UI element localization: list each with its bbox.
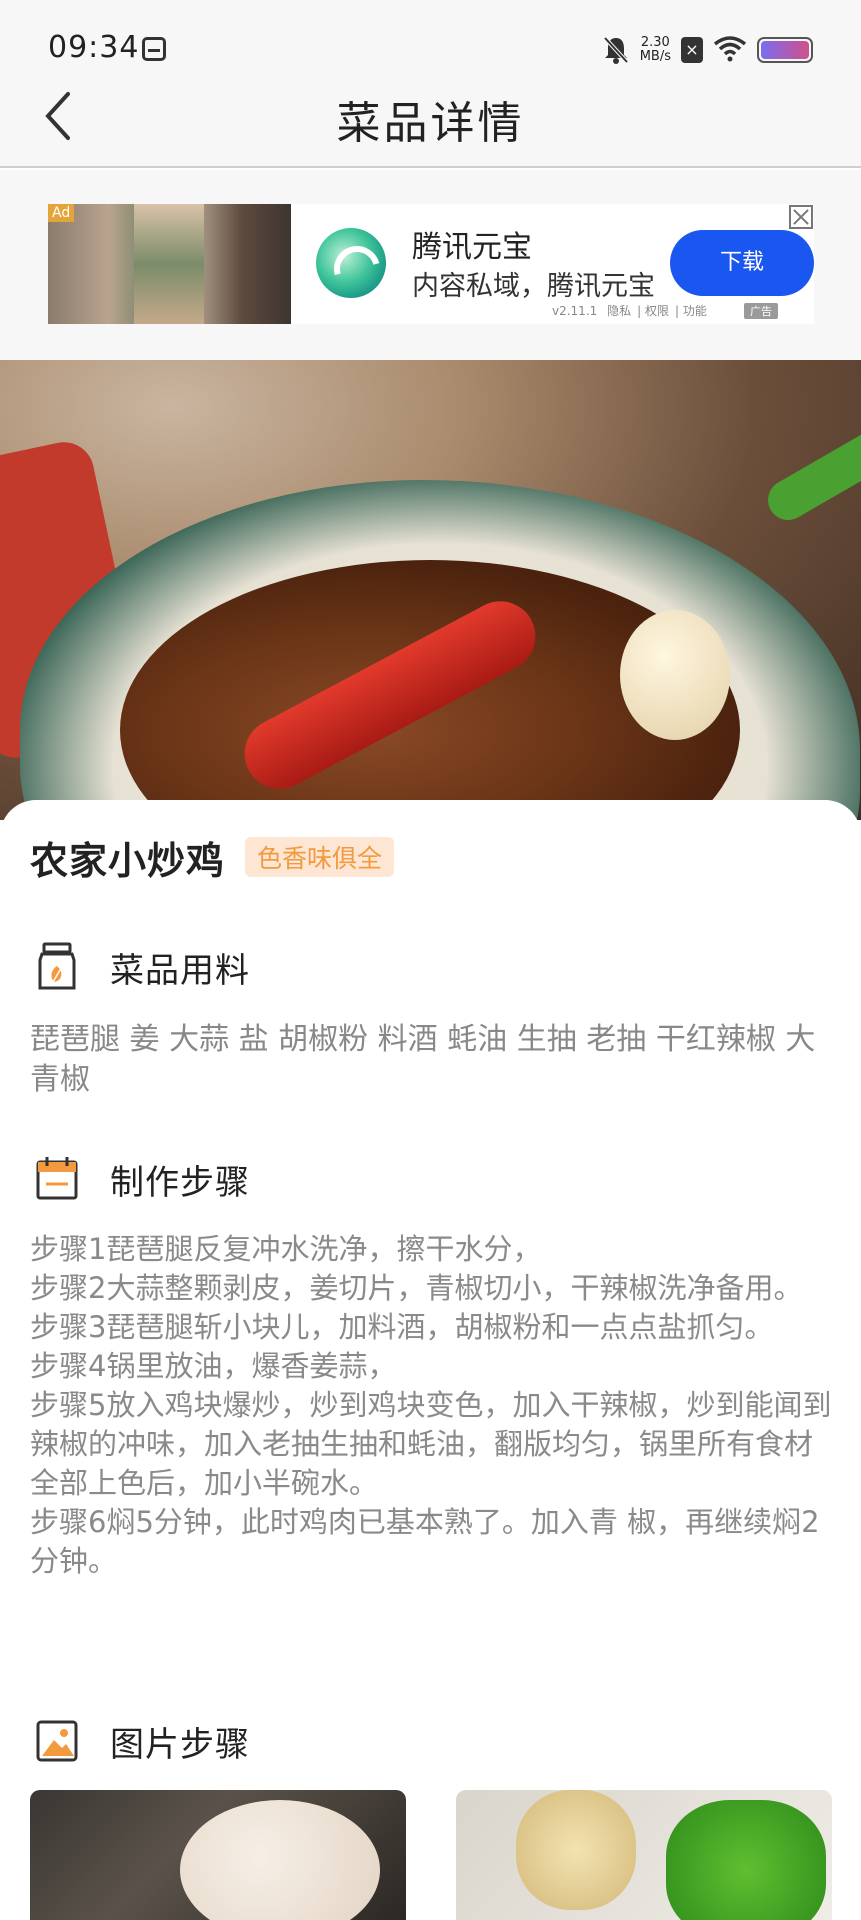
wifi-icon bbox=[713, 34, 747, 66]
step-photo[interactable] bbox=[456, 1790, 832, 1920]
ad-app-name: 腾讯元宝 bbox=[412, 230, 532, 265]
image-icon bbox=[34, 1716, 80, 1766]
bell-muted-icon bbox=[602, 35, 630, 65]
ad-meta: v2.11.1 隐私 | 权限 | 功能 bbox=[552, 304, 707, 318]
ad-banner[interactable]: Ad 腾讯元宝 内容私域，腾讯元宝 下载 v2.11.1 隐私 | 权限 | 功能 … bbox=[0, 170, 861, 360]
jar-icon bbox=[34, 942, 80, 992]
step-item: 步骤1琵琶腿反复冲水洗净，擦干水分， bbox=[30, 1232, 542, 1266]
status-bar: 09:34 2.30 MB/s × bbox=[0, 0, 861, 80]
step-item: 步骤4锅里放油，爆香姜蒜， bbox=[30, 1349, 397, 1383]
dish-title-row: 农家小炒鸡 色香味俱全 bbox=[30, 834, 395, 883]
step-item: 步骤2大蒜整颗剥皮，姜切片，青椒切小，干辣椒洗净备用。 bbox=[30, 1271, 803, 1305]
close-icon[interactable] bbox=[789, 205, 813, 229]
ad-description: 内容私域，腾讯元宝 bbox=[412, 271, 655, 302]
ad-card[interactable]: Ad 腾讯元宝 内容私域，腾讯元宝 下载 v2.11.1 隐私 | 权限 | 功能 … bbox=[48, 204, 814, 324]
status-time: 09:34 bbox=[48, 30, 140, 65]
steps-list: 步骤1琵琶腿反复冲水洗净，擦干水分， 步骤2大蒜整颗剥皮，姜切片，青椒切小，干辣… bbox=[30, 1230, 840, 1581]
page-title: 菜品详情 bbox=[336, 98, 525, 149]
ingredients-section-header: 菜品用料 bbox=[34, 942, 250, 992]
net-speed: 2.30 MB/s bbox=[640, 36, 671, 64]
calendar-icon bbox=[34, 1154, 80, 1204]
steps-section-header: 制作步骤 bbox=[34, 1154, 250, 1204]
ad-tag[interactable]: 广告 bbox=[744, 303, 778, 319]
ad-thumbnail[interactable]: Ad bbox=[48, 204, 291, 324]
no-sim-icon: × bbox=[681, 37, 703, 63]
steps-title: 制作步骤 bbox=[110, 1162, 250, 1203]
ad-version: v2.11.1 bbox=[552, 304, 598, 318]
dish-tag: 色香味俱全 bbox=[245, 837, 395, 877]
step-photo[interactable] bbox=[30, 1790, 406, 1920]
status-indicators: 2.30 MB/s × bbox=[602, 32, 813, 68]
ad-privacy-link[interactable]: 隐私 bbox=[607, 304, 631, 318]
step-item: 步骤5放入鸡块爆炒，炒到鸡块变色，加入干辣椒，炒到能闻到辣椒的冲味，加入老抽生抽… bbox=[30, 1388, 832, 1500]
photo-steps-title: 图片步骤 bbox=[110, 1724, 250, 1765]
dish-hero-image bbox=[0, 360, 861, 820]
header-bar: 菜品详情 bbox=[0, 80, 861, 168]
step-item: 步骤6焖5分钟，此时鸡肉已基本熟了。加入青 椒，再继续焖2分钟。 bbox=[30, 1505, 820, 1578]
battery-icon bbox=[757, 37, 813, 63]
ad-feature-link[interactable]: 功能 bbox=[683, 304, 707, 318]
ad-label: Ad bbox=[48, 204, 75, 222]
ad-download-button[interactable]: 下载 bbox=[670, 230, 814, 296]
ingredients-list: 琵琶腿 姜 大蒜 盐 胡椒粉 料酒 蚝油 生抽 老抽 干红辣椒 大青椒 bbox=[30, 1022, 816, 1097]
ad-permission-link[interactable]: 权限 bbox=[645, 304, 669, 318]
dish-detail-card: 农家小炒鸡 色香味俱全 菜品用料 琵琶腿 姜 大蒜 盐 胡椒粉 料酒 蚝油 生抽… bbox=[0, 800, 861, 1920]
ad-app-logo-icon bbox=[316, 228, 386, 298]
photo-steps-section-header: 图片步骤 bbox=[34, 1716, 250, 1766]
dish-name: 农家小炒鸡 bbox=[30, 838, 226, 883]
net-speed-unit: MB/s bbox=[639, 49, 671, 64]
photo-steps-grid bbox=[30, 1790, 832, 1920]
step-item: 步骤3琵琶腿斩小块儿，加料酒，胡椒粉和一点点盐抓匀。 bbox=[30, 1310, 774, 1344]
net-speed-value: 2.30 bbox=[640, 35, 670, 50]
ingredients-title: 菜品用料 bbox=[110, 950, 250, 991]
notification-app-icon bbox=[142, 37, 166, 61]
